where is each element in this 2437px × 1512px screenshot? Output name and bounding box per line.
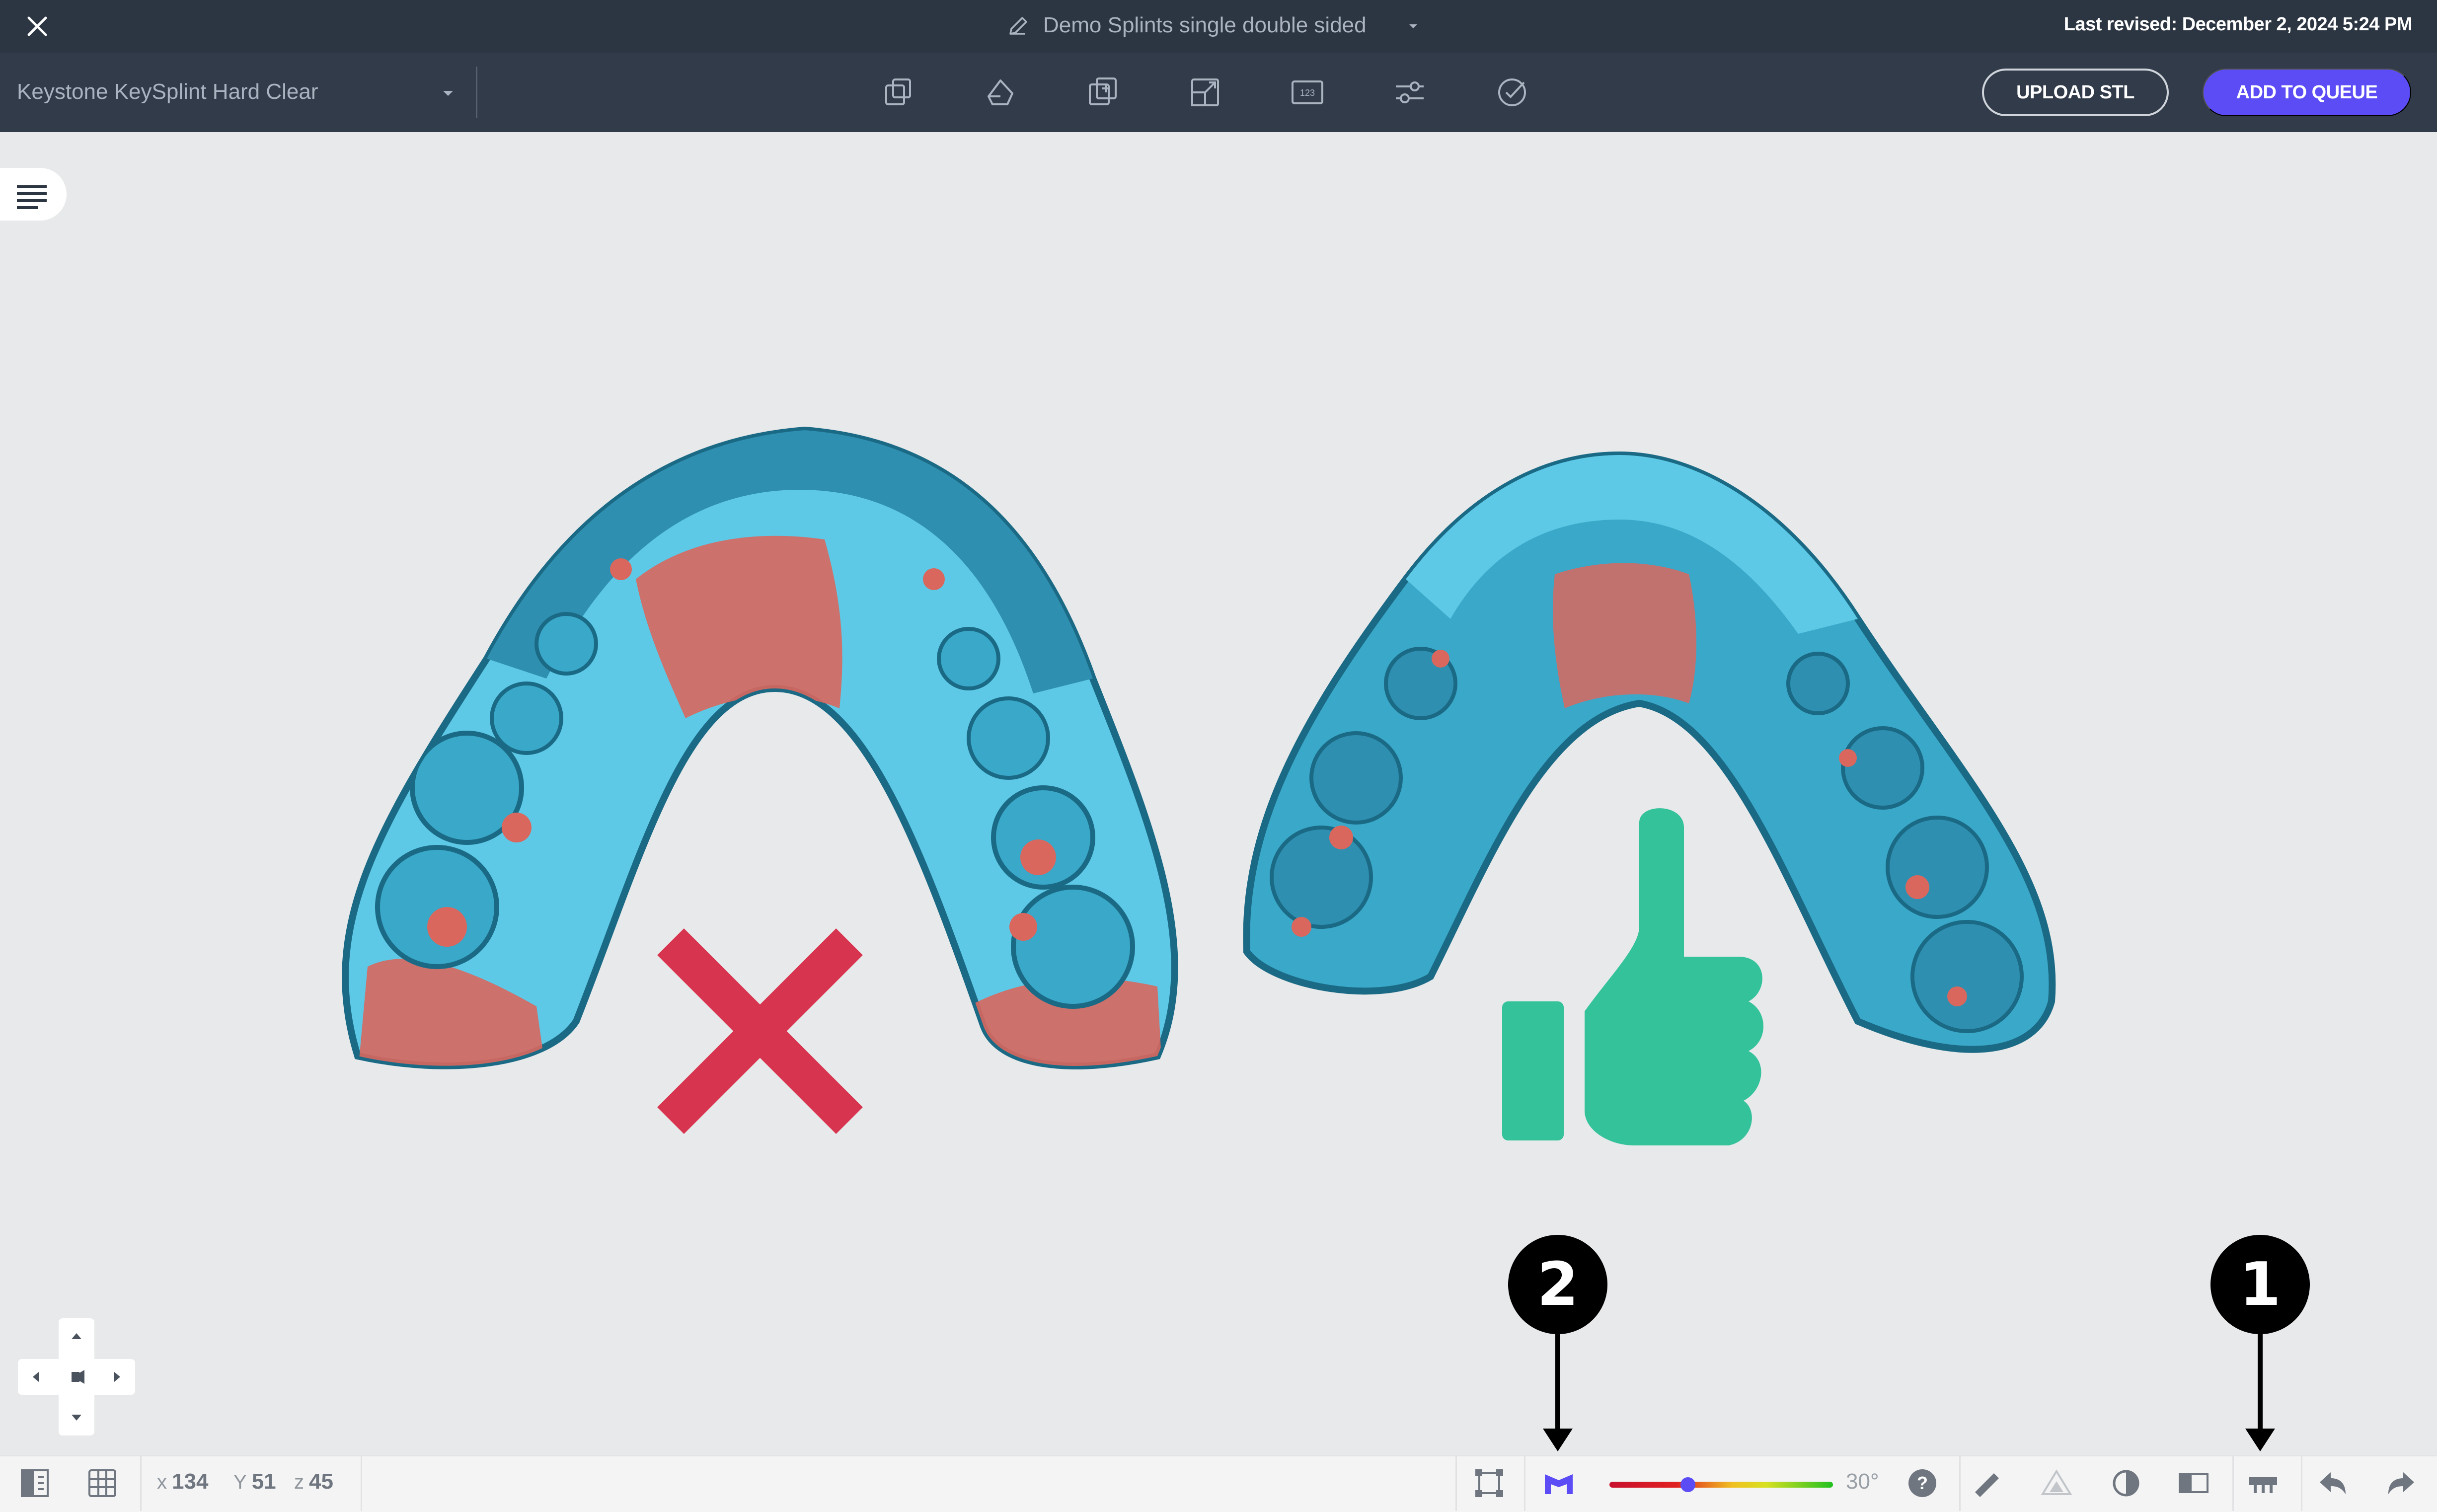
edit-pencil-icon[interactable]	[1005, 14, 1030, 39]
coord-x: x 134	[157, 1469, 209, 1494]
overhang-angle-value: 30°	[1846, 1469, 1879, 1494]
title-chevron-down-icon[interactable]	[1406, 19, 1421, 34]
callout-2-arrow	[1543, 1334, 1573, 1451]
undo-icon[interactable]	[2313, 1463, 2353, 1503]
viewport-3d[interactable]	[0, 132, 2437, 1455]
project-title[interactable]: Demo Splints single double sided	[1043, 13, 1367, 38]
svg-text:123: 123	[1300, 88, 1315, 98]
status-separator	[1455, 1455, 1457, 1511]
toolbar-divider	[476, 67, 477, 118]
add-to-queue-button[interactable]: ADD TO QUEUE	[2203, 69, 2411, 116]
duplicate-icon[interactable]	[1083, 73, 1123, 112]
status-separator	[140, 1455, 142, 1511]
material-chevron-down-icon[interactable]	[439, 84, 457, 102]
status-separator	[361, 1455, 362, 1511]
redo-icon[interactable]	[2381, 1463, 2421, 1503]
material-select[interactable]: Keystone KeySplint Hard Clear	[17, 79, 318, 104]
grid-icon[interactable]	[82, 1463, 122, 1503]
status-separator	[1524, 1455, 1525, 1511]
callout-1: 1	[2210, 1235, 2310, 1334]
slider-thumb[interactable]	[1680, 1477, 1695, 1492]
contrast-icon[interactable]	[2106, 1463, 2146, 1503]
bad-x-mark	[657, 928, 863, 1134]
help-icon[interactable]: ?	[1903, 1463, 1942, 1503]
support-view-icon[interactable]	[2243, 1463, 2283, 1503]
splint-model-left[interactable]	[342, 426, 1178, 1076]
orient-icon[interactable]	[878, 73, 918, 112]
slider-track	[1609, 1482, 1833, 1488]
close-icon[interactable]	[25, 14, 50, 39]
settings-icon[interactable]	[1390, 73, 1430, 112]
panel-toggle-icon[interactable]	[15, 1463, 55, 1503]
upload-stl-button[interactable]: UPLOAD STL	[1982, 69, 2169, 116]
status-separator	[2301, 1455, 2302, 1511]
label-icon[interactable]: 123	[1288, 73, 1327, 112]
fit-view-icon[interactable]	[1469, 1463, 1509, 1503]
coord-z: z 45	[294, 1469, 333, 1494]
measure-ruler-icon[interactable]	[1967, 1463, 2007, 1503]
support-icon[interactable]	[981, 73, 1020, 112]
thumbs-up-icon	[1502, 808, 1763, 1145]
status-separator	[1959, 1455, 1961, 1511]
status-separator	[2232, 1455, 2234, 1511]
mesh-triangle-icon[interactable]	[2037, 1463, 2076, 1503]
check-icon[interactable]	[1492, 73, 1532, 112]
last-revised: Last revised: December 2, 2024 5:24 PM	[2063, 14, 2413, 35]
view-navigation-pad[interactable]	[16, 1316, 137, 1437]
split-view-icon[interactable]	[2174, 1463, 2213, 1503]
callout-2: 2	[1508, 1235, 1607, 1334]
svg-text:?: ?	[1917, 1473, 1928, 1493]
overhang-angle-slider[interactable]	[1609, 1477, 1833, 1492]
scale-icon[interactable]	[1185, 73, 1225, 112]
overhang-view-icon[interactable]	[1539, 1463, 1579, 1503]
coord-y: Y 51	[233, 1469, 276, 1494]
callout-1-arrow	[2245, 1334, 2275, 1451]
